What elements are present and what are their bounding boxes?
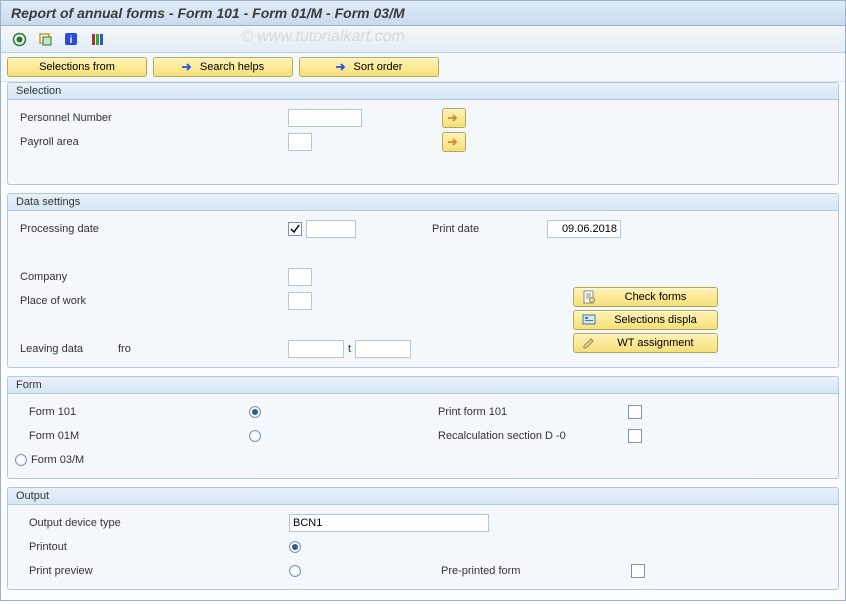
display-icon bbox=[582, 313, 596, 327]
information-icon[interactable]: i bbox=[61, 30, 81, 48]
check-forms-button[interactable]: Check forms bbox=[573, 287, 718, 307]
print-form-101-label: Print form 101 bbox=[438, 406, 628, 418]
payroll-area-label: Payroll area bbox=[18, 136, 158, 148]
recalc-label: Recalculation section D -0 bbox=[438, 430, 628, 442]
variants-list-icon[interactable] bbox=[87, 30, 107, 48]
check-forms-label: Check forms bbox=[602, 291, 709, 303]
selections-displa-button[interactable]: Selections displa bbox=[573, 310, 718, 330]
arrow-right-icon bbox=[182, 62, 194, 72]
company-label: Company bbox=[18, 271, 158, 283]
selections-displa-label: Selections displa bbox=[602, 314, 709, 326]
sort-order-button[interactable]: Sort order bbox=[299, 57, 439, 77]
place-of-work-input[interactable] bbox=[288, 292, 312, 310]
leaving-from-input[interactable] bbox=[288, 340, 344, 358]
t-label: t bbox=[344, 343, 355, 355]
main-toolbar: i © www.tutorialkart.com bbox=[1, 26, 845, 53]
edit-icon bbox=[582, 336, 596, 350]
print-preview-label: Print preview bbox=[29, 565, 289, 577]
print-date-label: Print date bbox=[432, 223, 547, 235]
arrow-right-icon bbox=[336, 62, 348, 72]
form-101-radio[interactable] bbox=[249, 406, 261, 418]
form-03m-radio[interactable] bbox=[15, 454, 27, 466]
search-helps-label: Search helps bbox=[200, 61, 264, 73]
processing-date-checkbox[interactable] bbox=[288, 222, 302, 236]
leaving-data-label: Leaving data bbox=[18, 343, 118, 355]
execute-icon[interactable] bbox=[9, 30, 29, 48]
svg-text:i: i bbox=[70, 35, 73, 46]
output-device-label: Output device type bbox=[29, 517, 289, 529]
print-preview-radio[interactable] bbox=[289, 565, 301, 577]
form-title: Form bbox=[8, 377, 838, 394]
recalc-checkbox[interactable] bbox=[628, 429, 642, 443]
printout-radio[interactable] bbox=[289, 541, 301, 553]
print-date-input[interactable] bbox=[547, 220, 621, 238]
output-group: Output Output device type Printout Print… bbox=[7, 487, 839, 590]
personnel-number-label: Personnel Number bbox=[18, 112, 158, 124]
data-settings-group: Data settings Processing date Print date… bbox=[7, 193, 839, 368]
personnel-number-input[interactable] bbox=[288, 109, 362, 127]
form-group: Form Form 101 Form 01M Form 03/M bbox=[7, 376, 839, 479]
selections-from-label: Selections from bbox=[39, 61, 115, 73]
preprinted-label: Pre-printed form bbox=[441, 565, 631, 577]
arrow-right-icon bbox=[448, 137, 460, 147]
preprinted-checkbox[interactable] bbox=[631, 564, 645, 578]
watermark: © www.tutorialkart.com bbox=[241, 28, 405, 46]
action-buttons-row: Selections from Search helps Sort order bbox=[1, 53, 845, 82]
place-of-work-label: Place of work bbox=[18, 295, 158, 307]
form-icon bbox=[582, 290, 596, 304]
form-03m-label: Form 03/M bbox=[27, 454, 84, 466]
payroll-area-multiple-button[interactable] bbox=[442, 132, 466, 152]
processing-date-input[interactable] bbox=[306, 220, 356, 238]
form-01m-radio[interactable] bbox=[249, 430, 261, 442]
variant-icon[interactable] bbox=[35, 30, 55, 48]
page-title: Report of annual forms - Form 101 - Form… bbox=[1, 1, 845, 26]
processing-date-label: Processing date bbox=[18, 223, 158, 235]
search-helps-button[interactable]: Search helps bbox=[153, 57, 293, 77]
selection-title: Selection bbox=[8, 83, 838, 100]
leaving-to-input[interactable] bbox=[355, 340, 411, 358]
company-input[interactable] bbox=[288, 268, 312, 286]
wt-assignment-button[interactable]: WT assignment bbox=[573, 333, 718, 353]
form-101-label: Form 101 bbox=[29, 406, 249, 418]
selections-from-button[interactable]: Selections from bbox=[7, 57, 147, 77]
fro-label: fro bbox=[118, 343, 178, 355]
output-title: Output bbox=[8, 488, 838, 505]
sort-order-label: Sort order bbox=[354, 61, 403, 73]
form-01m-label: Form 01M bbox=[29, 430, 249, 442]
payroll-area-input[interactable] bbox=[288, 133, 312, 151]
print-form-101-checkbox[interactable] bbox=[628, 405, 642, 419]
wt-assignment-label: WT assignment bbox=[602, 337, 709, 349]
arrow-right-icon bbox=[448, 113, 460, 123]
output-device-input[interactable] bbox=[289, 514, 489, 532]
printout-label: Printout bbox=[29, 541, 289, 553]
selection-group: Selection Personnel Number Payroll area bbox=[7, 82, 839, 185]
data-settings-title: Data settings bbox=[8, 194, 838, 211]
personnel-number-multiple-button[interactable] bbox=[442, 108, 466, 128]
